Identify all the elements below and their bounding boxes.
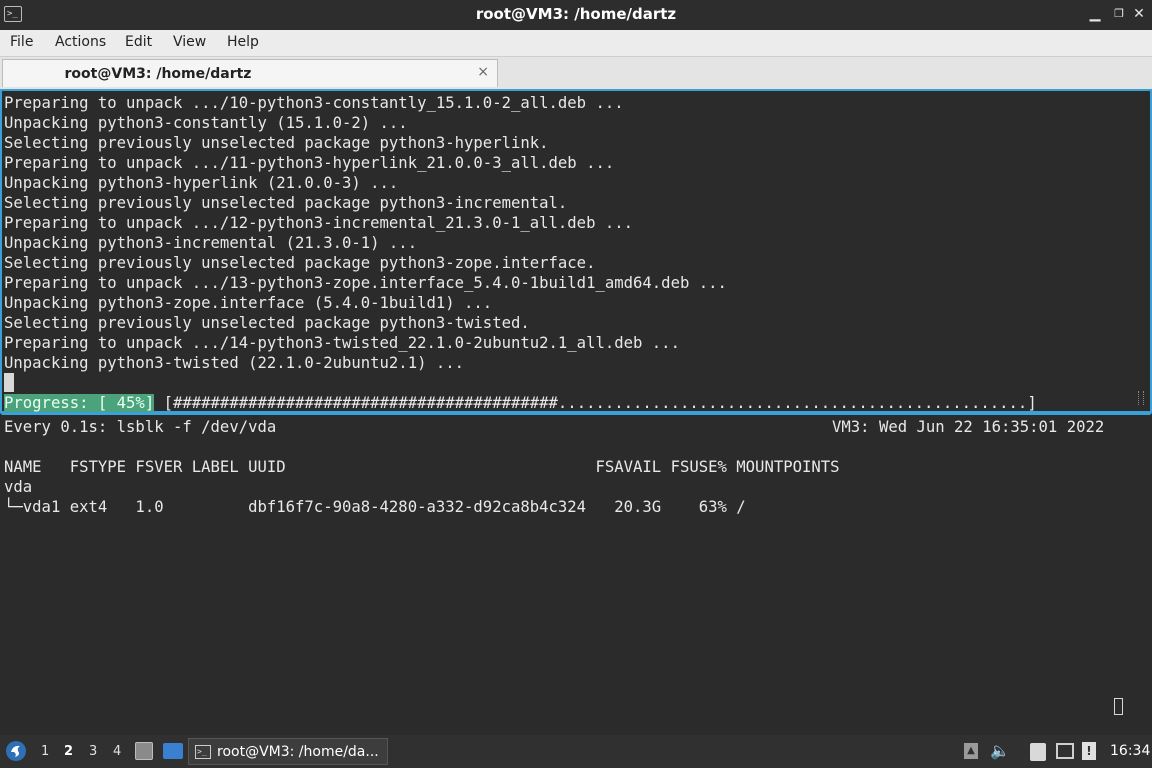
taskbar-window-button[interactable]: >_ root@VM3: /home/da...	[188, 738, 388, 765]
workspace-3[interactable]: 3	[89, 744, 97, 759]
terminal-line: Selecting previously unselected package …	[4, 254, 596, 272]
tab-close-icon[interactable]: ×	[477, 64, 489, 80]
window-title: root@VM3: /home/dartz	[475, 5, 677, 23]
clipboard-icon[interactable]	[1030, 743, 1046, 761]
start-menu-icon[interactable]	[5, 740, 27, 762]
clock[interactable]: 16:34	[1110, 743, 1150, 759]
tab-terminal[interactable]: root@VM3: /home/dartz ×	[2, 59, 498, 87]
terminal-line: Preparing to unpack .../12-python3-incre…	[4, 214, 634, 232]
terminal-line: Selecting previously unselected package …	[4, 314, 530, 332]
terminal-icon: >_	[195, 745, 211, 759]
workspace-4[interactable]: 4	[113, 744, 121, 759]
tab-label: root@VM3: /home/dartz	[64, 66, 252, 82]
progress-label: Progress: [ 45%]	[4, 394, 155, 412]
menu-edit[interactable]: Edit	[125, 34, 152, 50]
file-manager-icon[interactable]	[135, 742, 153, 760]
lsblk-row: └─vda1 ext4 1.0 dbf16f7c-90a8-4280-a332-…	[4, 498, 746, 516]
network-icon[interactable]	[1056, 743, 1074, 759]
terminal-line: Preparing to unpack .../13-python3-zope.…	[4, 274, 727, 292]
terminal-line: Selecting previously unselected package …	[4, 194, 568, 212]
tab-bar: root@VM3: /home/dartz ×	[0, 57, 1152, 89]
menu-file[interactable]: File	[10, 34, 33, 50]
workspace-2[interactable]: 2	[64, 744, 73, 759]
progress-bar: [#######################################…	[154, 394, 1037, 412]
close-icon[interactable]: ✕	[1130, 5, 1148, 23]
up-arrow-icon[interactable]: ▲	[964, 743, 978, 759]
terminal-pane-bottom[interactable]: Every 0.1s: lsblk -f /dev/vda VM3: Wed J…	[0, 413, 1152, 735]
scrollbar-grip-top[interactable]	[1138, 391, 1144, 405]
terminal-cursor-outline	[1114, 698, 1123, 715]
terminal-line: Unpacking python3-hyperlink (21.0.0-3) .…	[4, 174, 399, 192]
watch-host-time: VM3: Wed Jun 22 16:35:01 2022	[832, 418, 1105, 436]
watch-header: Every 0.1s: lsblk -f /dev/vda	[4, 418, 277, 436]
terminal-line: Selecting previously unselected package …	[4, 134, 549, 152]
terminal-line: Unpacking python3-zope.interface (5.4.0-…	[4, 294, 493, 312]
menu-view[interactable]: View	[173, 34, 206, 50]
taskbar-window-label: root@VM3: /home/da...	[217, 744, 379, 760]
terminal-line: Preparing to unpack .../11-python3-hyper…	[4, 154, 615, 172]
terminal-pane-top[interactable]: Preparing to unpack .../10-python3-const…	[0, 89, 1152, 413]
terminal-line: Unpacking python3-constantly (15.1.0-2) …	[4, 114, 408, 132]
terminal-line: Unpacking python3-incremental (21.3.0-1)…	[4, 234, 418, 252]
menu-actions[interactable]: Actions	[55, 34, 106, 50]
menu-help[interactable]: Help	[227, 34, 259, 50]
menubar: File Actions Edit View Help	[0, 30, 1152, 57]
notification-icon[interactable]: !	[1082, 742, 1096, 760]
show-desktop-icon[interactable]	[163, 743, 183, 759]
volume-icon[interactable]: 🔈	[990, 741, 1010, 760]
lsblk-row: vda	[4, 478, 33, 496]
taskbar: 1 2 3 4 >_ root@VM3: /home/da... ▲ 🔈 ! 1…	[0, 735, 1152, 768]
terminal-line: Preparing to unpack .../10-python3-const…	[4, 94, 624, 112]
terminal-line: Preparing to unpack .../14-python3-twist…	[4, 334, 680, 352]
minimize-icon[interactable]: ▁	[1086, 5, 1104, 23]
window-titlebar: >_ root@VM3: /home/dartz ▁ ❐ ✕	[0, 0, 1152, 30]
progress-line: Progress: [ 45%] [######################…	[4, 393, 1037, 413]
workspace-1[interactable]: 1	[41, 744, 49, 759]
terminal-cursor	[4, 373, 14, 392]
lsblk-header-row: NAME FSTYPE FSVER LABEL UUID FSAVAIL FSU…	[4, 458, 840, 476]
maximize-icon[interactable]: ❐	[1110, 5, 1128, 23]
terminal-line: Unpacking python3-twisted (22.1.0-2ubunt…	[4, 354, 465, 372]
